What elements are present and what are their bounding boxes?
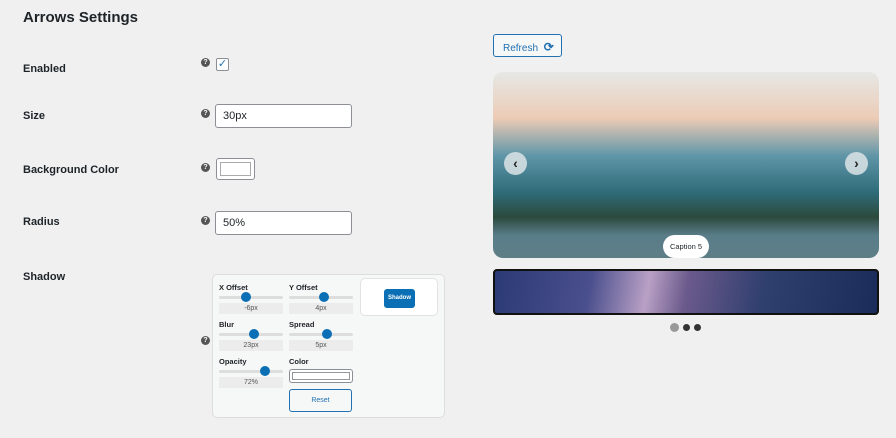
spread-label: Spread <box>289 320 315 329</box>
help-icon[interactable]: ? <box>201 163 210 172</box>
shadow-panel: X Offset -6px Y Offset 4px Blur 23px Spr… <box>212 274 445 418</box>
size-input[interactable]: 30px <box>215 104 352 128</box>
pagination-dot[interactable] <box>683 324 690 331</box>
slide-caption: Caption 5 <box>663 235 709 258</box>
radius-label: Radius <box>23 216 60 228</box>
background-color-label: Background Color <box>23 164 119 176</box>
refresh-label: Refresh <box>503 43 539 54</box>
blur-slider[interactable]: Blur 23px <box>219 320 283 351</box>
help-icon[interactable]: ? <box>201 109 210 118</box>
spread-value: 5px <box>289 340 353 351</box>
page-title: Arrows Settings <box>23 9 139 26</box>
opacity-value: 72% <box>219 377 283 388</box>
prev-arrow-button[interactable]: ‹ <box>504 152 527 175</box>
slider-thumb[interactable] <box>322 329 333 339</box>
refresh-icon: ⟳ <box>543 40 554 54</box>
pagination-dot-active[interactable] <box>670 323 679 332</box>
enabled-label: Enabled <box>23 63 66 75</box>
pagination-dot[interactable] <box>694 324 701 331</box>
slider-preview-image: ‹ › Caption 5 <box>493 72 879 258</box>
x-offset-value: -6px <box>219 303 283 314</box>
next-arrow-button[interactable]: › <box>845 152 868 175</box>
y-offset-slider[interactable]: Y Offset 4px <box>289 283 353 314</box>
color-label: Color <box>289 357 309 366</box>
slider-thumb[interactable] <box>240 292 251 302</box>
blur-value: 23px <box>219 340 283 351</box>
slider-thumb[interactable] <box>318 292 329 302</box>
size-label: Size <box>23 110 46 122</box>
x-offset-slider[interactable]: X Offset -6px <box>219 283 283 314</box>
opacity-slider[interactable]: Opacity 72% <box>219 357 283 388</box>
reset-button[interactable]: Reset <box>289 389 352 412</box>
slider-thumb[interactable] <box>260 366 271 376</box>
spread-slider[interactable]: Spread 5px <box>289 320 353 351</box>
shadow-preview-button: Shadow <box>384 289 415 308</box>
thumbnail-strip[interactable] <box>493 269 879 315</box>
slider-thumb[interactable] <box>249 329 260 339</box>
help-icon[interactable]: ? <box>201 216 210 225</box>
help-icon[interactable]: ? <box>201 336 210 345</box>
x-offset-label: X Offset <box>219 283 248 292</box>
refresh-button[interactable]: Refresh ⟳ <box>493 34 562 57</box>
enabled-checkbox[interactable]: ✓ <box>216 58 229 71</box>
y-offset-value: 4px <box>289 303 353 314</box>
opacity-label: Opacity <box>219 357 247 366</box>
shadow-preview: Shadow <box>360 278 438 316</box>
radius-input[interactable]: 50% <box>215 211 352 235</box>
help-icon[interactable]: ? <box>201 58 210 67</box>
shadow-label: Shadow <box>23 271 66 283</box>
shadow-color-picker[interactable] <box>289 369 353 383</box>
background-color-picker[interactable] <box>216 158 255 180</box>
